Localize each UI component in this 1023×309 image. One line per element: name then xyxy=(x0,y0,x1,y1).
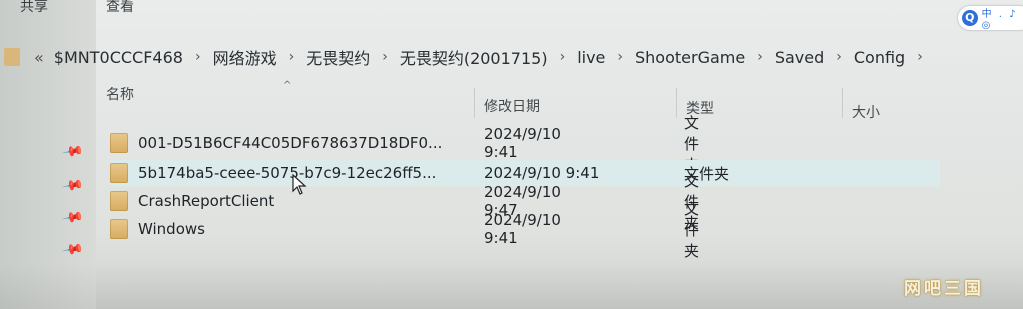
file-modified: 2024/9/10 9:41 xyxy=(484,164,600,182)
file-type: 文件夹 xyxy=(684,199,700,260)
breadcrumb-item[interactable]: Saved xyxy=(775,48,824,67)
breadcrumb-overflow[interactable]: « xyxy=(34,48,44,67)
chevron-right-icon[interactable]: › xyxy=(757,49,763,65)
chevron-right-icon[interactable]: › xyxy=(382,49,388,65)
file-row[interactable]: Windows 2024/9/10 9:41 文件夹 xyxy=(110,200,699,260)
folder-icon xyxy=(110,219,128,239)
breadcrumb-item[interactable]: $MNT0CCCF468 xyxy=(54,48,183,67)
file-name: Windows xyxy=(138,220,205,238)
column-header-name[interactable]: 名称 xyxy=(106,84,134,104)
address-bar[interactable]: « $MNT0CCCF468 › 网络游戏 › 无畏契约 › 无畏契约(2001… xyxy=(0,40,1023,74)
shade xyxy=(0,263,1023,309)
chevron-right-icon[interactable]: › xyxy=(617,49,623,65)
share-tab[interactable]: 共享 xyxy=(20,0,48,16)
folder-icon xyxy=(110,133,128,153)
file-row[interactable]: 001-D51B6CF44C05DF678637D18DF0... 2024/9… xyxy=(110,114,699,174)
breadcrumb-item[interactable]: 无畏契约(2001715) xyxy=(400,45,548,69)
column-divider[interactable] xyxy=(842,88,843,118)
chevron-right-icon[interactable]: › xyxy=(917,49,923,65)
breadcrumb-item[interactable]: 无畏契约 xyxy=(306,45,370,69)
column-header-size[interactable]: 大小 xyxy=(852,102,880,122)
breadcrumb-item[interactable]: live xyxy=(577,48,605,67)
ime-indicator[interactable]: Q 中 . ♪ ◎ xyxy=(958,6,1023,31)
file-modified: 2024/9/10 9:41 xyxy=(484,211,561,247)
ime-label: 中 . ♪ ◎ xyxy=(981,9,1018,31)
folder-icon xyxy=(110,191,128,211)
view-tab[interactable]: 查看 xyxy=(106,0,134,16)
folder-icon xyxy=(4,48,20,66)
folder-icon xyxy=(110,163,128,183)
file-modified: 2024/9/10 9:41 xyxy=(484,125,561,161)
sort-up-icon: ^ xyxy=(283,80,292,91)
ribbon-tabs: 共享 查看 xyxy=(20,0,134,16)
search-icon: Q xyxy=(962,10,978,26)
file-name: 001-D51B6CF44C05DF678637D18DF0... xyxy=(138,134,443,152)
column-divider[interactable] xyxy=(474,88,475,118)
breadcrumb-item[interactable]: 网络游戏 xyxy=(213,45,277,69)
watermark: 网吧三国 xyxy=(904,279,984,299)
file-name: CrashReportClient xyxy=(138,192,275,210)
chevron-right-icon[interactable]: › xyxy=(289,49,295,65)
breadcrumb-item[interactable]: ShooterGame xyxy=(635,48,745,67)
file-name: 5b174ba5-ceee-5075-b7c9-12ec26ff5... xyxy=(138,164,437,182)
breadcrumb-item[interactable]: Config xyxy=(854,48,905,67)
column-divider[interactable] xyxy=(676,88,677,118)
chevron-right-icon[interactable]: › xyxy=(195,49,201,65)
column-header-modified[interactable]: 修改日期 xyxy=(484,96,540,116)
chevron-right-icon[interactable]: › xyxy=(836,49,842,65)
chevron-right-icon[interactable]: › xyxy=(560,49,566,65)
